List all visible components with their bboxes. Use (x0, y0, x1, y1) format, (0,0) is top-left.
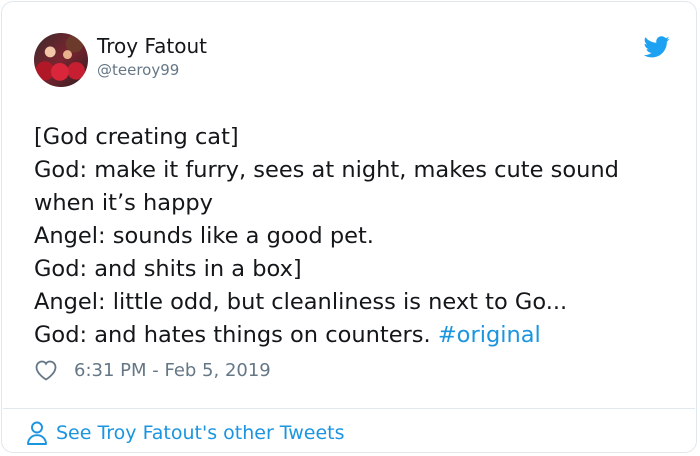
author-handle[interactable]: @teeroy99 (97, 61, 179, 79)
see-other-tweets[interactable]: See Troy Fatout's other Tweets (26, 420, 345, 446)
heart-icon[interactable] (34, 359, 58, 381)
avatar[interactable] (34, 33, 88, 87)
tweet-line: when it’s happy (34, 190, 213, 216)
person-icon (27, 421, 47, 445)
twitter-bird-icon[interactable] (644, 36, 670, 58)
tweet-line-last: God: and hates things on counters. #orig… (34, 319, 682, 352)
see-other-tweets-label[interactable]: See Troy Fatout's other Tweets (56, 422, 345, 444)
tweet-line: God: make it furry, sees at night, makes… (34, 157, 619, 183)
hashtag-link[interactable]: #original (438, 322, 541, 348)
tweet-line: Angel: sounds like a good pet. (34, 223, 374, 249)
tweet-meta: 6:31 PM - Feb 5, 2019 (34, 357, 271, 383)
author-name[interactable]: Troy Fatout (97, 34, 207, 58)
timestamp-link[interactable]: 6:31 PM - Feb 5, 2019 (74, 360, 271, 381)
tweet-card: Troy Fatout @teeroy99 [God creating cat]… (1, 1, 697, 453)
tweet-text: [God creating cat] God: make it furry, s… (34, 121, 682, 352)
tweet-line: [God creating cat] (34, 124, 239, 150)
tweet-line-text: God: and hates things on counters. (34, 322, 431, 348)
divider (3, 408, 695, 409)
tweet-line: God: and shits in a box] (34, 256, 302, 282)
tweet-line: Angel: little odd, but cleanliness is ne… (34, 289, 568, 315)
